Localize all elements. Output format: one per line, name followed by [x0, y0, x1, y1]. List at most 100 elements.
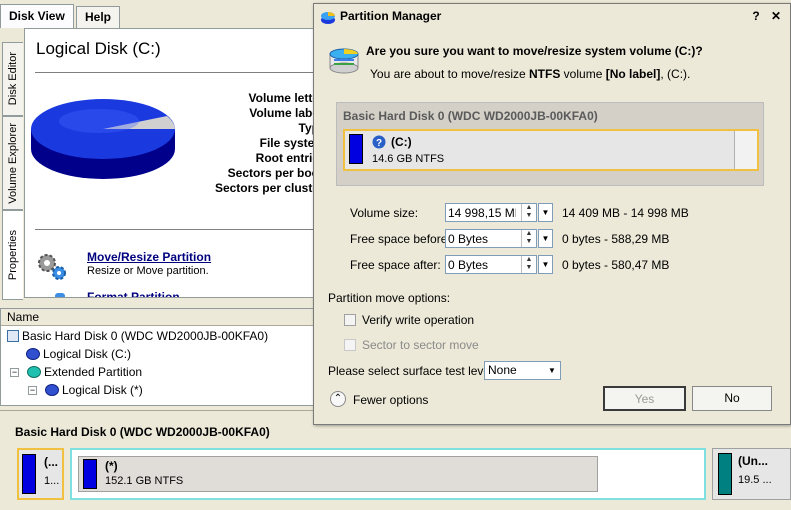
- tab-help-label: Help: [85, 10, 112, 24]
- fewer-options-toggle-icon[interactable]: ⌃: [330, 391, 346, 407]
- move-resize-description: Resize or Move partition.: [87, 265, 209, 277]
- disk-preview-panel: Basic Hard Disk 0 (WDC WD2000JB-00KFA0) …: [336, 102, 764, 186]
- free-after-dropdown[interactable]: ▼: [538, 255, 553, 274]
- sector-move-checkbox[interactable]: [344, 339, 356, 351]
- subtext-mid: volume: [560, 67, 606, 81]
- free-before-spinner[interactable]: ▲▼: [445, 229, 537, 248]
- prop-sectors-per-boot: Sectors per boo: [227, 166, 319, 180]
- partition-c-block[interactable]: (... 1...: [17, 448, 64, 500]
- logical-partition-star-block[interactable]: (*) 152.1 GB NTFS: [78, 456, 598, 492]
- pie-chart-icon: [31, 99, 175, 179]
- partition-manager-icon: [321, 12, 335, 24]
- unallocated-block[interactable]: (Un... 19.5 ...: [712, 448, 791, 500]
- help-circle-icon: ?: [372, 135, 386, 149]
- tree-row-extended[interactable]: − Extended Partition: [10, 363, 142, 381]
- svg-text:?: ?: [376, 138, 382, 149]
- spin-down-icon[interactable]: ▼: [522, 264, 536, 272]
- disk-map-title: Basic Hard Disk 0 (WDC WD2000JB-00KFA0): [15, 425, 270, 439]
- spin-up-icon[interactable]: ▲: [522, 256, 536, 264]
- partition-color-bar: [83, 459, 97, 489]
- extended-partition-icon: [27, 366, 41, 378]
- prop-sectors-per-cluster: Sectors per cluste: [214, 181, 319, 195]
- sector-move-label: Sector to sector move: [362, 338, 479, 352]
- move-resize-partition-link[interactable]: Move/Resize Partition: [87, 250, 211, 264]
- partition-c-name: (...: [44, 455, 58, 469]
- divider: [35, 72, 323, 73]
- yes-button[interactable]: Yes: [603, 386, 686, 411]
- fewer-options-link[interactable]: Fewer options: [353, 393, 428, 407]
- surface-test-label: Please select surface test level:: [328, 364, 497, 378]
- disk-map: Basic Hard Disk 0 (WDC WD2000JB-00KFA0) …: [0, 410, 791, 510]
- partition-color-bar: [22, 454, 36, 494]
- preview-partition-size: 14.6 GB NTFS: [372, 153, 445, 165]
- dialog-titlebar[interactable]: Partition Manager ? ✕: [314, 4, 790, 29]
- tab-volume-explorer[interactable]: Volume Explorer: [2, 116, 23, 210]
- partition-star-size: 152.1 GB NTFS: [105, 475, 184, 487]
- format-partition-link[interactable]: Format Partition: [87, 290, 180, 297]
- close-button[interactable]: ✕: [768, 9, 784, 24]
- disk-pie-icon: [329, 48, 359, 74]
- free-after-spinner[interactable]: ▲▼: [445, 255, 537, 274]
- volume-icon: [26, 348, 40, 360]
- format-icon: [55, 293, 65, 297]
- subtext-label: [No label]: [605, 67, 661, 81]
- free-before-dropdown[interactable]: ▼: [538, 229, 553, 248]
- tab-disk-view[interactable]: Disk View: [0, 4, 74, 28]
- tree-row-logical-c[interactable]: Logical Disk (C:): [26, 345, 131, 363]
- spin-up-icon[interactable]: ▲: [522, 230, 536, 238]
- spin-arrows[interactable]: ▲ ▼: [521, 230, 536, 247]
- subtext-post: , (C:).: [660, 67, 691, 81]
- partition-color-bar: [718, 453, 732, 495]
- tree-row-logical-star[interactable]: − Logical Disk (*): [28, 381, 143, 399]
- prop-root-entries: Root entrie: [255, 151, 319, 165]
- extended-partition-block[interactable]: (*) 152.1 GB NTFS: [70, 448, 706, 500]
- tab-help[interactable]: Help: [76, 6, 121, 28]
- verify-write-label: Verify write operation: [362, 313, 475, 327]
- volume-size-label: Volume size:: [350, 206, 419, 220]
- spin-up-icon[interactable]: ▲: [522, 204, 536, 212]
- subtext-fs: NTFS: [529, 67, 561, 81]
- tree-header-name[interactable]: Name: [1, 309, 314, 326]
- help-button[interactable]: ?: [748, 9, 764, 24]
- info-pane: Logical Disk (C:) Volume lette Volume la…: [24, 28, 324, 298]
- preview-partition-c[interactable]: ? (C:) 14.6 GB NTFS: [343, 129, 759, 171]
- collapse-toggle[interactable]: −: [28, 385, 37, 395]
- tab-properties[interactable]: Properties: [2, 210, 23, 300]
- surface-test-select[interactable]: None ▼: [484, 361, 561, 380]
- confirm-question: Are you sure you want to move/resize sys…: [366, 44, 703, 58]
- chevron-down-icon[interactable]: ▼: [546, 363, 558, 378]
- partition-manager-dialog: Partition Manager ? ✕ Are you sure you w…: [313, 3, 791, 425]
- tree-row-label: Extended Partition: [44, 365, 143, 379]
- partition-star-name: (*): [105, 459, 118, 473]
- tab-disk-editor[interactable]: Disk Editor: [2, 42, 23, 116]
- volume-tree: Name Basic Hard Disk 0 (WDC WD2000JB-00K…: [0, 308, 315, 406]
- volume-size-range: 14 409 MB - 14 998 MB: [562, 206, 689, 220]
- spin-arrows[interactable]: ▲ ▼: [521, 256, 536, 273]
- dialog-title: Partition Manager: [340, 9, 442, 23]
- free-before-input[interactable]: [446, 230, 518, 247]
- tree-row-disk[interactable]: Basic Hard Disk 0 (WDC WD2000JB-00KFA0): [7, 327, 268, 345]
- verify-write-checkbox[interactable]: [344, 314, 356, 326]
- hard-disk-icon: [7, 330, 19, 342]
- spin-down-icon[interactable]: ▼: [522, 212, 536, 220]
- info-title: Logical Disk (C:): [36, 39, 161, 58]
- disk-preview-title: Basic Hard Disk 0 (WDC WD2000JB-00KFA0): [343, 109, 598, 123]
- collapse-toggle[interactable]: −: [10, 367, 19, 377]
- spin-down-icon[interactable]: ▼: [522, 238, 536, 246]
- tree-row-label: Basic Hard Disk 0 (WDC WD2000JB-00KFA0): [22, 329, 269, 343]
- spin-arrows[interactable]: ▲ ▼: [521, 204, 536, 221]
- volume-size-dropdown[interactable]: ▼: [538, 203, 553, 222]
- prop-volume-label: Volume labe: [249, 106, 319, 120]
- prop-volume-letter: Volume lette: [248, 91, 319, 105]
- unallocated-name: (Un...: [738, 454, 768, 468]
- volume-size-input[interactable]: [446, 204, 518, 221]
- free-after-label: Free space after:: [350, 258, 441, 272]
- preview-partition-name: (C:): [391, 135, 412, 149]
- surface-test-value: None: [488, 363, 517, 377]
- free-after-input[interactable]: [446, 256, 518, 273]
- free-before-label: Free space before:: [350, 232, 451, 246]
- volume-size-spinner[interactable]: ▲▼: [445, 203, 537, 222]
- gears-icon: [38, 254, 66, 280]
- tab-properties-label: Properties: [7, 229, 19, 281]
- no-button[interactable]: No: [692, 386, 772, 411]
